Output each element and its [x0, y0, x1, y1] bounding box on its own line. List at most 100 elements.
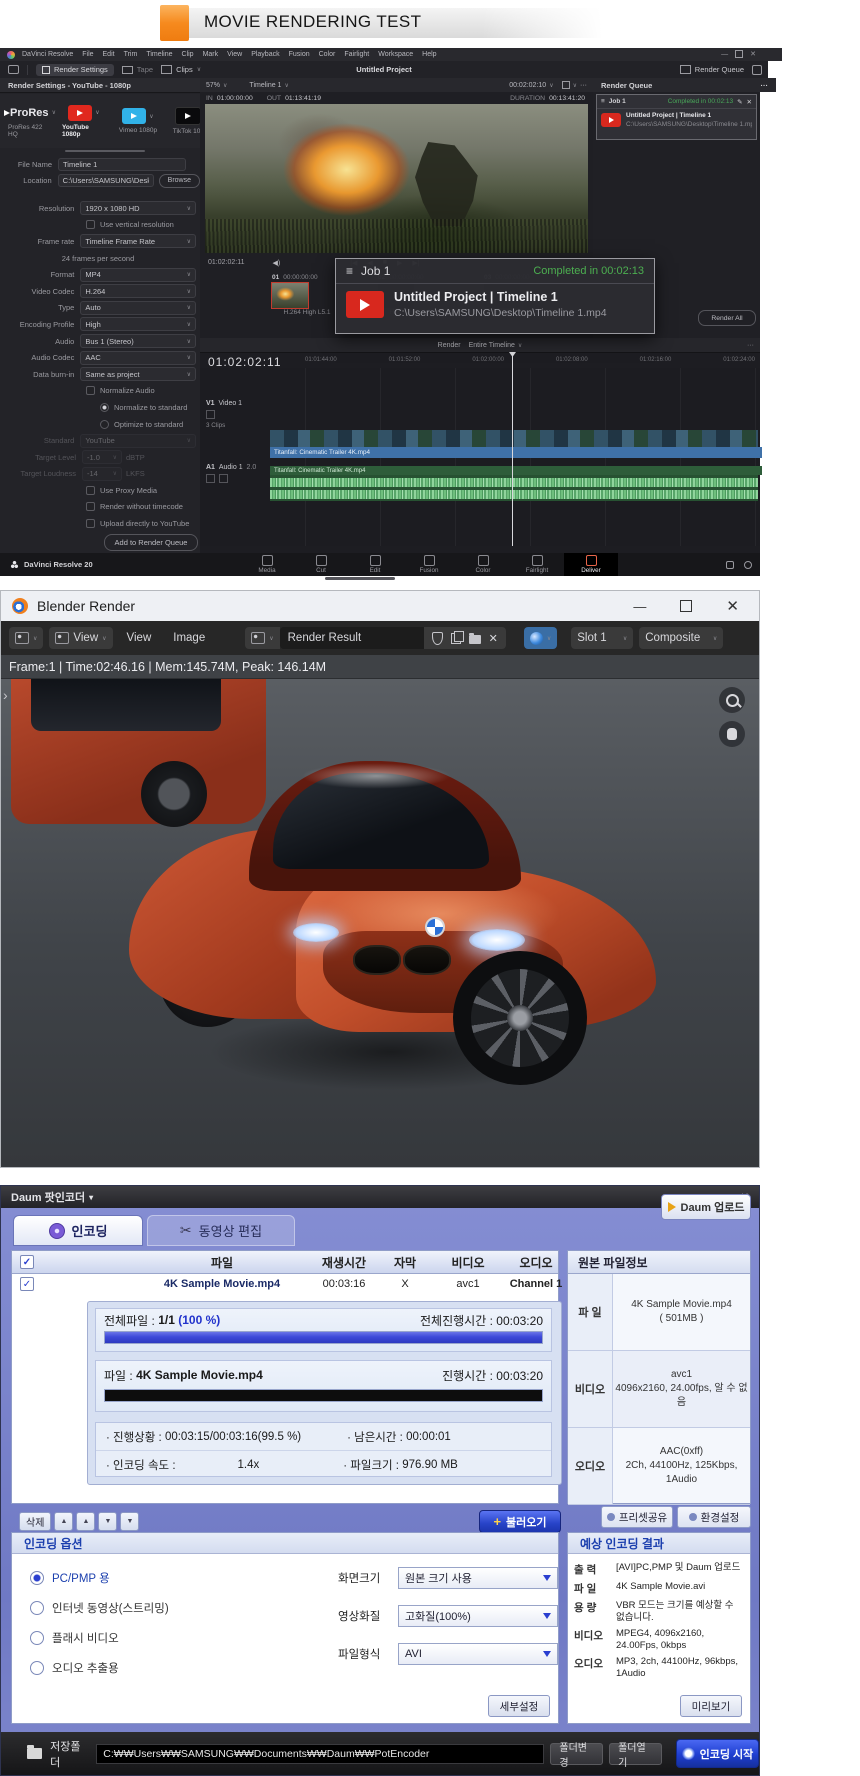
video-clip-name[interactable]: Titanfall: Cinematic Trailer 4K.mp4: [270, 447, 762, 458]
checkbox[interactable]: [86, 486, 95, 495]
field-dropdown[interactable]: Auto∨: [80, 301, 196, 315]
change-folder-button[interactable]: 폴더변경: [550, 1743, 603, 1765]
menu-item[interactable]: Mark: [203, 51, 219, 58]
save-folder-path-input[interactable]: [96, 1744, 544, 1764]
delete-button[interactable]: 삭제: [19, 1512, 51, 1531]
field-dropdown[interactable]: Same as project∨: [80, 367, 196, 381]
load-files-button[interactable]: + 불러오기: [479, 1510, 561, 1533]
close-icon[interactable]: ✕: [750, 50, 756, 58]
option-radio[interactable]: 플래시 비디오: [30, 1631, 119, 1645]
field-dropdown[interactable]: 1920 x 1080 HD∨: [80, 201, 196, 215]
open-folder-button[interactable]: 폴더열기: [609, 1743, 662, 1765]
field-dropdown[interactable]: -14∨: [82, 467, 122, 481]
menu-item[interactable]: Trim: [124, 51, 138, 58]
edit-icon[interactable]: ✎: [737, 98, 742, 106]
option-radio[interactable]: PC/PMP 용: [30, 1571, 110, 1585]
remove-job-icon[interactable]: ✕: [747, 98, 752, 106]
timeline-scrollbar[interactable]: [325, 577, 395, 580]
file-row[interactable]: ✓ 4K Sample Movie.mp4 00:03:16 X avc1 Ch…: [12, 1273, 558, 1295]
queue-options-icon[interactable]: ···: [761, 81, 769, 90]
menu-item[interactable]: Edit: [103, 51, 115, 58]
page-tab[interactable]: Deliver: [564, 553, 618, 576]
timeline-select-dropdown[interactable]: Timeline 1∨: [249, 82, 288, 89]
option-radio[interactable]: 인터넷 동영상(스트리밍): [30, 1601, 169, 1615]
open-folder-icon[interactable]: [469, 635, 481, 644]
menu-item[interactable]: Fusion: [289, 51, 310, 58]
start-encoding-button[interactable]: 인코딩 시작: [676, 1739, 759, 1768]
move-up-button[interactable]: ▲: [76, 1512, 95, 1531]
option-dropdown[interactable]: 고화질(100%): [398, 1605, 558, 1627]
tab-video-edit[interactable]: ✂ 동영상 편집: [147, 1215, 295, 1246]
speaker-icon[interactable]: ◀): [272, 259, 280, 267]
zoom-dropdown[interactable]: 57%∨: [206, 82, 227, 89]
menu-item[interactable]: Timeline: [146, 51, 172, 58]
add-to-render-queue-button[interactable]: Add to Render Queue: [104, 534, 198, 551]
viewer-options-icon[interactable]: ···: [580, 82, 587, 89]
field-dropdown[interactable]: YouTube∨: [80, 434, 196, 448]
field-dropdown[interactable]: AAC∨: [80, 351, 196, 365]
display-channels-dropdown[interactable]: ∨: [524, 627, 557, 649]
editor-type-dropdown[interactable]: ∨: [9, 627, 43, 649]
tape-button[interactable]: Tape: [122, 65, 153, 74]
page-tab[interactable]: Cut: [294, 553, 348, 576]
preview-button[interactable]: 미리보기: [680, 1695, 742, 1717]
save-icon[interactable]: [562, 81, 570, 89]
menu-item[interactable]: DaVinci Resolve: [22, 51, 73, 58]
page-tab[interactable]: Color: [456, 553, 510, 576]
render-preset[interactable]: ProRes ∨ ProRes 422 HQ: [8, 105, 52, 138]
move-bottom-button[interactable]: ▼: [120, 1512, 139, 1531]
drag-handle-icon[interactable]: ≡: [601, 98, 605, 105]
region-expand-icon[interactable]: ›: [3, 687, 8, 703]
menu-item[interactable]: Clip: [182, 51, 194, 58]
detail-settings-button[interactable]: 세부설정: [488, 1695, 550, 1717]
browse-button[interactable]: Browse: [159, 174, 200, 188]
maximize-icon[interactable]: [735, 50, 743, 58]
job-card[interactable]: ≡ Job 1 Completed in 00:02:13 ✎ ✕ Untitl…: [596, 94, 757, 140]
maximize-icon[interactable]: [680, 600, 692, 612]
render-scope-dropdown[interactable]: Entire Timeline∨: [469, 342, 523, 349]
image-datablock-dropdown[interactable]: ∨: [245, 627, 279, 649]
timeline-options-icon[interactable]: ···: [747, 342, 754, 349]
checkbox[interactable]: [86, 519, 95, 528]
zoom-button[interactable]: [719, 687, 745, 713]
pass-dropdown[interactable]: Composite∨: [639, 627, 723, 649]
minimize-icon[interactable]: —: [633, 599, 646, 614]
minimize-icon[interactable]: —: [721, 51, 728, 58]
title-dropdown-icon[interactable]: ▾: [89, 1193, 93, 1202]
file-checkbox[interactable]: ✓: [20, 1277, 34, 1291]
audio-waveform[interactable]: [270, 475, 758, 501]
daum-upload-button[interactable]: Daum 업로드: [661, 1194, 751, 1220]
move-down-button[interactable]: ▼: [98, 1512, 117, 1531]
render-queue-button[interactable]: Render Queue: [680, 65, 744, 74]
menu-item[interactable]: View: [227, 51, 242, 58]
mute-icon[interactable]: [219, 474, 228, 483]
field-dropdown[interactable]: Bus 1 (Stereo)∨: [80, 334, 196, 348]
move-top-button[interactable]: ▲: [54, 1512, 73, 1531]
page-tab[interactable]: Fairlight: [510, 553, 564, 576]
timeline-ruler[interactable]: 01:01:44:0001:01:52:0001:02:00:0001:02:0…: [305, 357, 755, 363]
track-lock-icon[interactable]: [206, 410, 215, 419]
audio-clip-name[interactable]: Titanfall: Cinematic Trailer 4K.mp4: [270, 466, 762, 475]
menu-item[interactable]: Playback: [251, 51, 279, 58]
playhead-line[interactable]: [512, 352, 513, 546]
clips-button[interactable]: Clips∨: [161, 65, 201, 74]
datablock-name[interactable]: Render Result: [280, 627, 424, 649]
select-all-checkbox[interactable]: ✓: [20, 1255, 34, 1269]
unlink-icon[interactable]: ✕: [489, 632, 498, 645]
checkbox[interactable]: [86, 220, 95, 229]
checkbox[interactable]: [86, 502, 95, 511]
menu-image[interactable]: Image: [165, 632, 213, 644]
video-track-header[interactable]: V1 Video 1 3 Clips: [200, 400, 268, 429]
home-icon[interactable]: [726, 561, 734, 569]
option-radio[interactable]: 오디오 추출용: [30, 1661, 119, 1675]
slot-dropdown[interactable]: Slot 1∨: [571, 627, 633, 649]
checkbox[interactable]: [86, 386, 95, 395]
close-icon[interactable]: ✕: [726, 597, 739, 615]
checkbox[interactable]: [100, 403, 109, 412]
solo-icon[interactable]: [206, 474, 215, 483]
page-tab[interactable]: Fusion: [402, 553, 456, 576]
settings-button[interactable]: 환경설정: [677, 1506, 751, 1528]
menu-item[interactable]: File: [82, 51, 93, 58]
field-dropdown[interactable]: High∨: [80, 317, 196, 331]
viewer-timecode[interactable]: 00:02:02:10∨: [509, 82, 553, 89]
